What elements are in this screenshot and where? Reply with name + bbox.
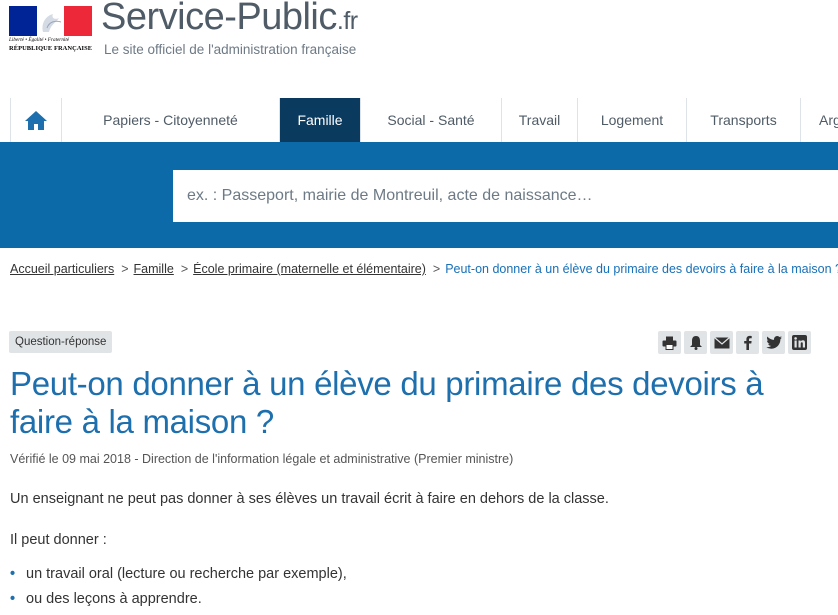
bullet-icon: • bbox=[10, 591, 16, 607]
republic-name: RÉPUBLIQUE FRANÇAISE bbox=[9, 45, 93, 52]
list-item: • ou des leçons à apprendre. bbox=[10, 590, 347, 615]
breadcrumb-separator: > bbox=[432, 262, 441, 276]
facebook-icon bbox=[744, 335, 752, 350]
nav-item-logement[interactable]: Logement bbox=[578, 98, 687, 142]
nav-item-famille[interactable]: Famille bbox=[280, 98, 361, 142]
marianne-logo[interactable]: Liberté • Égalité • Fraternité RÉPUBLIQU… bbox=[9, 6, 94, 58]
share-toolbar bbox=[658, 331, 811, 354]
answer-list: • un travail oral (lecture ou recherche p… bbox=[10, 565, 347, 615]
nav-home-button[interactable] bbox=[10, 98, 62, 142]
breadcrumb-link-famille[interactable]: Famille bbox=[134, 262, 174, 276]
twitter-share-button[interactable] bbox=[762, 331, 785, 354]
answer-paragraph: Un enseignant ne peut pas donner à ses é… bbox=[10, 491, 609, 507]
search-band bbox=[0, 142, 838, 248]
alert-button[interactable] bbox=[684, 331, 707, 354]
list-item-text: ou des leçons à apprendre. bbox=[26, 591, 202, 607]
site-title[interactable]: Service-Public.fr bbox=[101, 0, 358, 39]
verification-date: Vérifié le 09 mai 2018 - Direction de l'… bbox=[10, 452, 514, 466]
breadcrumb-separator: > bbox=[180, 262, 189, 276]
page-title: Peut-on donner à un élève du primaire de… bbox=[10, 365, 764, 440]
content-type-badge: Question-réponse bbox=[9, 331, 113, 353]
list-item-text: un travail oral (lecture ou recherche pa… bbox=[26, 566, 347, 582]
site-subtitle: Le site officiel de l'administration fra… bbox=[104, 42, 357, 57]
site-header: Liberté • Égalité • Fraternité RÉPUBLIQU… bbox=[0, 0, 838, 98]
answer-intro: Il peut donner : bbox=[10, 532, 107, 548]
print-button[interactable] bbox=[658, 331, 681, 354]
breadcrumb: Accueil particuliers > Famille > École prima… bbox=[10, 262, 838, 276]
site-tld: .fr bbox=[336, 7, 358, 35]
breadcrumb-link-ecole-primaire[interactable]: École primaire (maternelle et élémentair… bbox=[193, 262, 426, 276]
facebook-share-button[interactable] bbox=[736, 331, 759, 354]
nav-item-social-sante[interactable]: Social - Santé bbox=[361, 98, 502, 142]
bell-icon bbox=[689, 336, 702, 350]
main-nav: Papiers - Citoyenneté Famille Social - S… bbox=[10, 98, 838, 142]
twitter-icon bbox=[765, 336, 782, 349]
list-item: • un travail oral (lecture ou recherche p… bbox=[10, 565, 347, 590]
linkedin-share-button[interactable] bbox=[788, 331, 811, 354]
search-input[interactable] bbox=[173, 170, 838, 222]
nav-item-transports[interactable]: Transports bbox=[687, 98, 801, 142]
republic-motto: Liberté • Égalité • Fraternité bbox=[9, 37, 70, 43]
nav-item-papiers-citoyennete[interactable]: Papiers - Citoyenneté bbox=[62, 98, 280, 142]
nav-item-argent[interactable]: Argent bbox=[801, 98, 838, 142]
mail-icon bbox=[713, 336, 730, 348]
email-share-button[interactable] bbox=[710, 331, 733, 354]
site-name: Service-Public bbox=[101, 0, 337, 38]
nav-item-travail[interactable]: Travail bbox=[502, 98, 578, 142]
print-icon bbox=[662, 336, 677, 350]
breadcrumb-separator: > bbox=[121, 262, 129, 276]
home-icon bbox=[25, 111, 47, 130]
breadcrumb-link-accueil[interactable]: Accueil particuliers bbox=[10, 262, 114, 276]
linkedin-icon bbox=[792, 335, 807, 350]
french-flag-icon bbox=[9, 6, 93, 36]
bullet-icon: • bbox=[10, 566, 16, 582]
breadcrumb-current: Peut-on donner à un élève du primaire de… bbox=[445, 262, 838, 276]
